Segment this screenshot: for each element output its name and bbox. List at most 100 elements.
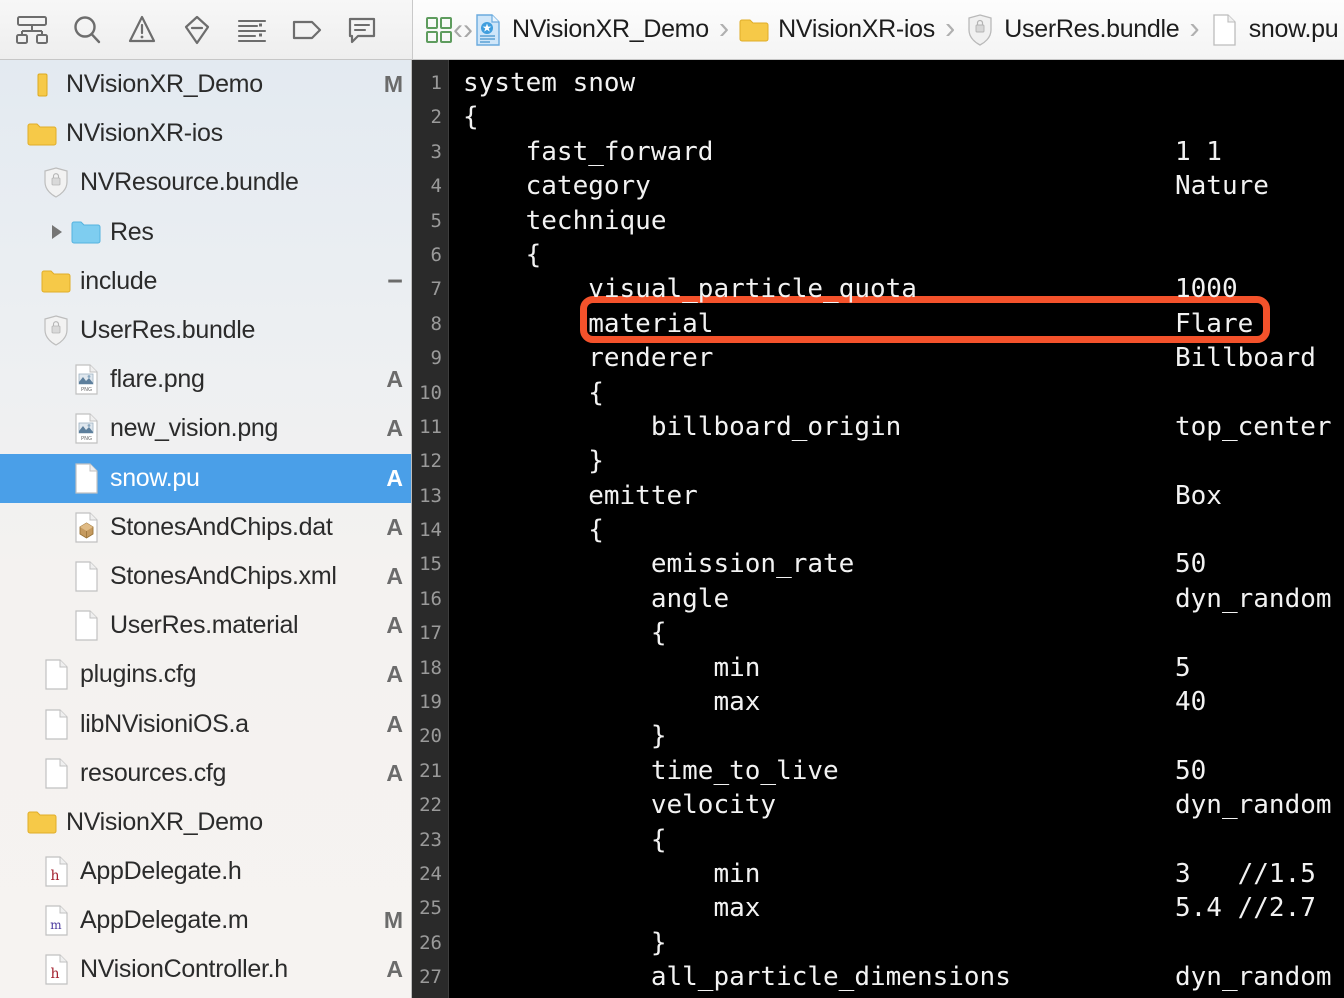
breadcrumb-item-folder[interactable]: NVisionXR-ios: [739, 8, 935, 52]
code-line[interactable]: {: [449, 513, 1344, 547]
status-badge: A: [386, 759, 403, 786]
line-number: 11: [419, 415, 442, 438]
status-badge: M: [383, 71, 403, 98]
line-number: 7: [430, 278, 442, 301]
code-token-key: {: [463, 515, 604, 546]
project-navigator[interactable]: NVisionXR_Demo M NVisionXR-ios NVResource.b…: [0, 60, 412, 998]
code-line[interactable]: billboard_origin top_center: [449, 410, 1344, 444]
code-line[interactable]: all_particle_dimensions dyn_random: [449, 960, 1344, 994]
file-icon: [70, 462, 102, 494]
code-token-key: renderer: [463, 343, 714, 374]
debug-navigator-icon[interactable]: [224, 8, 279, 52]
sidebar-row[interactable]: NVResource.bundle: [0, 158, 411, 207]
code-line[interactable]: min 3 //1.5: [449, 857, 1344, 891]
folder-yellow-icon: [40, 268, 72, 294]
source-editor[interactable]: 1 2 3 4 5 6 7 8 9 10 11 12 13 14 15 16 17 18 19 20 21 22 23 24 2…: [412, 60, 1344, 998]
sidebar-row[interactable]: NVisionXR_Demo: [0, 798, 411, 847]
breakpoint-navigator-icon[interactable]: [279, 8, 334, 52]
code-line[interactable]: max 40: [449, 685, 1344, 719]
line-number: 1: [430, 72, 442, 94]
issue-navigator-icon[interactable]: [114, 8, 169, 52]
code-line[interactable]: emission_rate 50: [449, 547, 1344, 581]
related-items-icon[interactable]: [425, 8, 453, 52]
code-line[interactable]: material Flare: [449, 307, 1344, 341]
project-navigator-icon[interactable]: [4, 8, 59, 52]
bundle-icon: [40, 315, 72, 346]
code-line[interactable]: min 5: [449, 651, 1344, 685]
code-line[interactable]: max 5.4 //2.7: [449, 891, 1344, 925]
code-line[interactable]: }: [449, 926, 1344, 960]
code-line[interactable]: {: [449, 823, 1344, 857]
back-button[interactable]: ‹: [453, 8, 463, 52]
test-navigator-icon[interactable]: [169, 8, 224, 52]
sidebar-row[interactable]: NVisionXR-ios: [0, 109, 411, 158]
sidebar-row[interactable]: m AppDelegate.m M: [0, 896, 411, 945]
sidebar-row[interactable]: PNG new_vision.png A: [0, 404, 411, 453]
code-token-value: 50: [1175, 755, 1207, 786]
line-number: 10: [419, 381, 442, 404]
code-line[interactable]: {: [449, 616, 1344, 650]
objc-icon: m: [40, 905, 72, 936]
sidebar-item-label: AppDelegate.h: [80, 857, 242, 886]
sidebar-row[interactable]: StonesAndChips.dat A: [0, 503, 411, 552]
report-navigator-icon[interactable]: [334, 8, 389, 52]
disclosure-triangle-icon[interactable]: [44, 223, 70, 241]
code-line[interactable]: technique: [449, 204, 1344, 238]
line-number: 12: [419, 450, 442, 473]
sidebar-row[interactable]: resources.cfg A: [0, 749, 411, 798]
sidebar-row[interactable]: libNVisioniOS.a A: [0, 699, 411, 748]
code-area[interactable]: system snow { fast_forward 1 1 category Nat…: [449, 60, 1344, 998]
sidebar-item-label: AppDelegate.m: [80, 906, 249, 935]
code-line[interactable]: fast_forward 1 1: [449, 135, 1344, 169]
code-token-key: category: [463, 171, 651, 202]
find-navigator-icon[interactable]: [59, 8, 114, 52]
forward-button[interactable]: ›: [463, 8, 473, 52]
sidebar-row[interactable]: Res: [0, 208, 411, 257]
breadcrumb-separator: ›: [718, 10, 730, 45]
xcode-window: ‹ › NVisionXR_Demo › NVisionXR-ios › Use…: [0, 0, 1344, 998]
sidebar-row[interactable]: UserRes.bundle: [0, 306, 411, 355]
code-line[interactable]: visual_particle_quota 1000: [449, 272, 1344, 306]
code-line[interactable]: }: [449, 444, 1344, 478]
code-token-key: min: [463, 858, 761, 889]
code-token-key: billboard_origin: [463, 411, 902, 442]
sidebar-item-label: libNVisioniOS.a: [80, 709, 249, 738]
sidebar-row[interactable]: PNG flare.png A: [0, 355, 411, 404]
code-line[interactable]: angle dyn_random: [449, 582, 1344, 616]
sidebar-row[interactable]: UserRes.material A: [0, 601, 411, 650]
png-icon: PNG: [70, 364, 102, 395]
sidebar-row[interactable]: StonesAndChips.xml A: [0, 552, 411, 601]
code-line[interactable]: {: [449, 238, 1344, 272]
sidebar-row[interactable]: NVisionXR_Demo M: [0, 60, 411, 109]
code-line[interactable]: category Nature: [449, 169, 1344, 203]
code-token-value: 40: [1175, 687, 1207, 718]
sidebar-row-selected[interactable]: snow.pu A: [0, 453, 411, 503]
sidebar-row[interactable]: include −: [0, 257, 411, 306]
line-number: 19: [419, 691, 442, 714]
breadcrumb-item-project[interactable]: NVisionXR_Demo: [473, 8, 709, 52]
line-number: 2: [430, 106, 442, 129]
breadcrumb-separator: ›: [1189, 10, 1200, 45]
sidebar-item-label: UserRes.material: [110, 611, 299, 640]
status-badge: A: [386, 415, 403, 442]
folder-blue-icon: [70, 219, 102, 245]
sidebar-row[interactable]: h NVisionController.h A: [0, 945, 411, 994]
file-icon: [70, 610, 102, 641]
code-line[interactable]: {: [449, 376, 1344, 410]
code-token-value: top_center: [1175, 411, 1332, 442]
code-line[interactable]: emitter Box: [449, 479, 1344, 513]
sidebar-row[interactable]: h AppDelegate.h: [0, 847, 411, 896]
svg-text:m: m: [50, 918, 62, 932]
code-line[interactable]: time_to_live 50: [449, 754, 1344, 788]
breadcrumb-item-bundle[interactable]: UserRes.bundle: [965, 8, 1180, 52]
code-line[interactable]: system snow: [449, 66, 1344, 100]
sidebar-row[interactable]: plugins.cfg A: [0, 650, 411, 699]
code-line[interactable]: velocity dyn_random: [449, 788, 1344, 822]
status-badge: A: [386, 562, 403, 589]
code-line[interactable]: {: [449, 100, 1344, 134]
line-number: 27: [419, 966, 442, 989]
code-line[interactable]: }: [449, 719, 1344, 753]
code-line[interactable]: renderer Billboard: [449, 341, 1344, 375]
breadcrumb-item-file[interactable]: snow.pu: [1210, 8, 1339, 52]
line-number: 22: [419, 794, 442, 817]
